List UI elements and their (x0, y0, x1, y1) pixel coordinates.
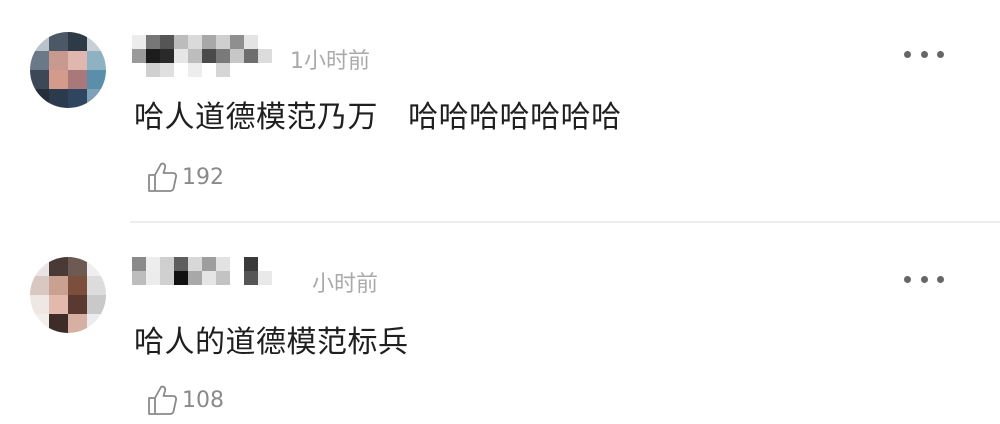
avatar[interactable] (30, 32, 106, 108)
comment-item: 小时前 哈人的道德模范标兵 108 (0, 224, 1000, 424)
username-mosaic[interactable] (132, 257, 282, 299)
like-count: 192 (182, 164, 224, 190)
thumbs-up-icon (148, 385, 178, 415)
like-button[interactable]: 192 (145, 160, 224, 194)
comment-text: 哈人道德模范乃万 哈哈哈哈哈哈哈 (134, 100, 622, 135)
thumbs-up-icon (148, 162, 178, 192)
comment-text: 哈人的道德模范标兵 (134, 325, 409, 360)
like-count: 108 (182, 387, 224, 413)
username-mosaic[interactable] (132, 35, 282, 77)
avatar[interactable] (30, 257, 106, 333)
like-button[interactable]: 108 (145, 383, 224, 417)
more-dots-icon[interactable] (904, 274, 944, 284)
comment-time: 1小时前 (290, 49, 370, 74)
comment-item: 1小时前 哈人道德模范乃万 哈哈哈哈哈哈哈 192 (0, 0, 1000, 222)
more-dots-icon[interactable] (904, 49, 944, 59)
comment-time: 小时前 (312, 272, 379, 297)
divider (130, 221, 1000, 223)
